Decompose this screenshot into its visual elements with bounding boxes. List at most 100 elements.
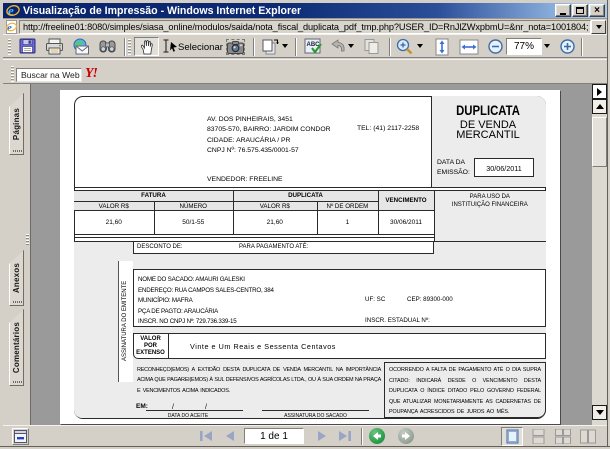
extenso-label: VALOR POR EXTENSO <box>133 336 168 357</box>
scroll-down-button[interactable] <box>592 405 607 420</box>
extenso-divider <box>168 333 169 359</box>
toolbar-grip[interactable] <box>11 66 14 82</box>
toolbar-separator <box>124 38 126 56</box>
tab-grip-dots <box>13 150 22 152</box>
col-numero: NÚMERO <box>154 203 234 210</box>
divider-line <box>74 187 547 188</box>
hand-tool-button[interactable] <box>134 37 159 56</box>
scrollbar-menu-button[interactable] <box>592 84 607 99</box>
zoom-tool-dropdown[interactable] <box>417 44 423 48</box>
emission-label-1: DATA DA <box>437 159 465 166</box>
emission-label-2: EMISSÃO: <box>437 169 470 176</box>
search-button[interactable] <box>98 38 117 55</box>
select-tool-icon[interactable] <box>162 38 179 54</box>
assinatura-sacado-label: ASSINATURA DO SACADO <box>262 413 369 419</box>
sidebar-tab-paginas[interactable]: Páginas <box>9 93 24 155</box>
emitter-vendedor: VENDEDOR: FREELINE <box>207 176 283 183</box>
go-forward-button[interactable] <box>398 428 414 444</box>
save-button[interactable] <box>19 38 37 55</box>
close-button[interactable]: × <box>589 4 605 17</box>
spellcheck-button[interactable]: ABC <box>304 38 322 55</box>
scroll-up-button[interactable] <box>592 99 607 114</box>
continuous-layout-button[interactable] <box>527 427 549 446</box>
close-glyph: × <box>594 6 600 15</box>
address-input[interactable]: http://freeline01:8080/simples/siasa_onl… <box>19 20 591 34</box>
single-page-layout-button[interactable] <box>501 427 523 446</box>
toolbar-separator <box>253 38 255 56</box>
howto-window-button[interactable] <box>12 428 29 445</box>
dropdown-arrow-icon <box>282 44 288 48</box>
dropdown-arrow-icon <box>596 25 602 29</box>
vertical-scrollbar[interactable] <box>592 84 607 425</box>
sacado-uf: UF: SC <box>365 296 385 303</box>
tab-grip-dots <box>13 301 22 303</box>
toolbar-grip[interactable] <box>8 39 11 55</box>
continuous-facing-layout-button[interactable] <box>552 427 574 446</box>
splitter-grip-dots <box>26 234 29 246</box>
cell-vencimento: 30/06/2011 <box>378 219 434 226</box>
undo-dropdown[interactable] <box>348 44 354 48</box>
cell-valor-fatura: 21,60 <box>74 219 154 226</box>
table-line-mid1 <box>74 201 378 202</box>
sidebar-tab-anexos[interactable]: Anexos <box>9 250 24 306</box>
previous-page-button[interactable] <box>224 429 236 443</box>
go-back-button[interactable] <box>369 428 385 444</box>
emitter-tel: TEL: (41) 2117-2258 <box>357 125 419 132</box>
create-pdf-dropdown[interactable] <box>282 44 288 48</box>
reconheco-paragraph: RECONHEÇO(EMOS) A EXTIDÃO DESTA DUPLICAT… <box>137 365 381 397</box>
page-indicator[interactable]: 1 de 1 <box>244 428 304 444</box>
sidebar-splitter[interactable] <box>24 84 31 425</box>
zoom-level-input[interactable]: 77% <box>506 38 542 55</box>
address-dropdown-button[interactable] <box>591 20 606 34</box>
web-search-input[interactable]: Buscar na Web <box>16 68 82 82</box>
fit-width-button[interactable] <box>459 38 479 56</box>
zoom-level-dropdown[interactable] <box>544 44 550 48</box>
minimize-button[interactable] <box>555 4 571 17</box>
toolbar-grip[interactable] <box>128 39 131 55</box>
desconto-label: DESCONTO DE: <box>137 244 183 250</box>
email-button[interactable] <box>71 38 90 55</box>
zoom-in-tool-button[interactable] <box>395 38 415 57</box>
pdf-toolbar: Selecionar ABC <box>3 34 607 58</box>
print-button[interactable] <box>45 38 64 55</box>
facing-layout-button[interactable] <box>577 427 599 446</box>
title-bar: e Visualização de Impressão - Windows In… <box>3 3 607 18</box>
cell-ordem: 1 <box>317 219 379 226</box>
emitter-address: AV. DOS PINHEIRAIS, 3451 83705-570, BAIR… <box>207 115 331 156</box>
table-line-bottom <box>74 234 434 235</box>
dropdown-arrow-icon <box>348 44 354 48</box>
table-line-top <box>74 190 434 191</box>
col-ordem: Nº DE ORDEM <box>317 203 379 210</box>
snapshot-tool-button[interactable] <box>226 39 245 55</box>
document-pane: Páginas Anexos Comentários DUPLICATA DE … <box>3 84 607 425</box>
copy-button[interactable] <box>363 38 381 55</box>
date-slash: / <box>205 404 207 411</box>
last-page-button[interactable] <box>337 429 353 443</box>
zoom-out-button[interactable] <box>487 38 504 55</box>
ie-logo-icon: e <box>6 4 20 17</box>
table-line-mid2 <box>74 210 434 211</box>
select-tool-label[interactable]: Selecionar <box>178 42 223 53</box>
fit-page-button[interactable] <box>433 38 451 56</box>
dropdown-arrow-icon <box>544 44 550 48</box>
data-aceite-label: DATA DO ACEITE <box>145 413 231 419</box>
extenso-value: Vinte e Um Reais e Sessenta Centavos <box>190 342 336 351</box>
rule-under-table <box>74 237 434 238</box>
yahoo-icon[interactable]: Y! <box>85 66 97 82</box>
address-bar: e http://freeline01:8080/simples/siasa_o… <box>3 18 607 34</box>
zoom-in-button[interactable] <box>559 38 576 55</box>
navigation-sidebar: Páginas Anexos Comentários <box>3 84 24 425</box>
create-pdf-button[interactable] <box>260 38 281 56</box>
scrollbar-thumb[interactable] <box>592 117 607 167</box>
maximize-button[interactable] <box>572 4 588 17</box>
sidebar-tab-comentarios[interactable]: Comentários <box>9 309 24 386</box>
first-page-button[interactable] <box>198 429 214 443</box>
sacado-signature-line <box>262 397 369 411</box>
table-vline <box>434 190 435 234</box>
toolbar-separator <box>295 38 297 56</box>
date-slash: / <box>172 404 174 411</box>
para-uso-line1: PARA USO DA <box>434 194 546 200</box>
undo-button[interactable] <box>328 38 348 54</box>
para-uso-line2: INSTITUIÇÃO FINANCEIRA <box>434 202 546 208</box>
next-page-button[interactable] <box>316 429 328 443</box>
